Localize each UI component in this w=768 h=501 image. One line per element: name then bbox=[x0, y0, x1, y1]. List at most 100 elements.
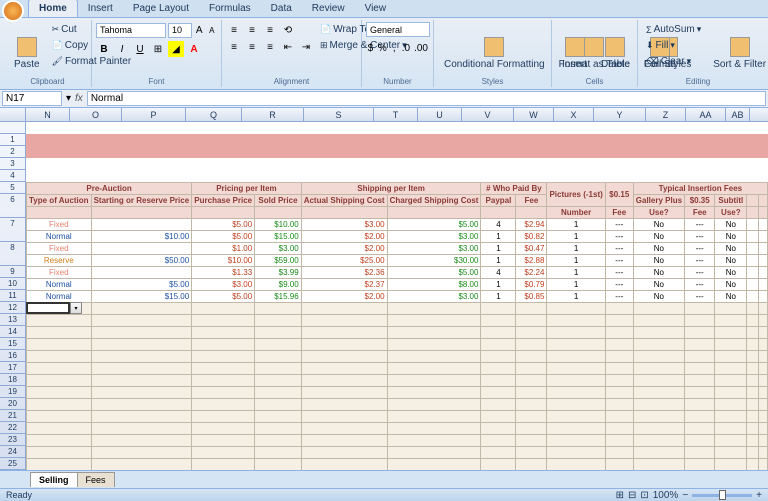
ribbon-tab-data[interactable]: Data bbox=[261, 0, 302, 17]
name-box-dropdown-icon[interactable]: ▾ bbox=[66, 93, 71, 104]
currency-button[interactable]: $ bbox=[366, 40, 375, 56]
table-row[interactable] bbox=[27, 303, 768, 315]
table-row[interactable] bbox=[27, 375, 768, 387]
autosum-button[interactable]: Σ AutoSum ▾ bbox=[642, 22, 705, 37]
row-header[interactable]: 16 bbox=[0, 350, 25, 362]
row-header[interactable]: 19 bbox=[0, 386, 25, 398]
align-middle-button[interactable]: ≡ bbox=[244, 22, 260, 38]
formula-input[interactable] bbox=[87, 91, 766, 106]
table-row[interactable] bbox=[27, 399, 768, 411]
zoom-slider[interactable] bbox=[692, 494, 752, 497]
table-row[interactable]: Reserve$50.00 $10.00$59.00 $25.00$30.00 … bbox=[27, 255, 768, 267]
view-layout-icon[interactable]: ⊟ bbox=[628, 490, 636, 501]
row-header[interactable]: 3 bbox=[0, 158, 25, 170]
name-box[interactable] bbox=[2, 91, 62, 106]
col-header-T[interactable]: T bbox=[374, 108, 418, 121]
col-header-AB[interactable]: AB bbox=[726, 108, 750, 121]
view-normal-icon[interactable]: ⊞ bbox=[616, 490, 624, 501]
col-header-V[interactable]: V bbox=[462, 108, 514, 121]
row-header[interactable]: 4 bbox=[0, 170, 25, 182]
row-header[interactable]: 15 bbox=[0, 338, 25, 350]
table-row[interactable] bbox=[27, 339, 768, 351]
fx-icon[interactable]: fx bbox=[75, 93, 83, 104]
row-header[interactable]: 14 bbox=[0, 326, 25, 338]
row-header[interactable]: 23 bbox=[0, 434, 25, 446]
inc-decimal-button[interactable]: .0 bbox=[401, 40, 411, 56]
font-name-select[interactable] bbox=[96, 23, 166, 38]
row-header[interactable]: 17 bbox=[0, 362, 25, 374]
row-header[interactable]: 18 bbox=[0, 374, 25, 386]
table-row[interactable] bbox=[27, 315, 768, 327]
row-header[interactable]: 12 bbox=[0, 302, 25, 314]
zoom-out-button[interactable]: − bbox=[682, 490, 688, 501]
number-format-select[interactable] bbox=[366, 22, 430, 37]
comma-button[interactable]: , bbox=[390, 40, 399, 56]
fill-button[interactable]: ⬇ Fill ▾ bbox=[642, 38, 705, 53]
sheet-tab-fees[interactable]: Fees bbox=[77, 472, 115, 487]
ribbon-tab-review[interactable]: Review bbox=[302, 0, 355, 17]
ribbon-tab-view[interactable]: View bbox=[355, 0, 397, 17]
clear-button[interactable]: ⌫ Clear ▾ bbox=[642, 54, 705, 69]
table-row[interactable]: Fixed $1.00$3.00 $2.00$3.00 1$0.47 1--- … bbox=[27, 243, 768, 255]
table-row[interactable] bbox=[27, 363, 768, 375]
table-row[interactable] bbox=[27, 387, 768, 399]
table-row[interactable] bbox=[27, 423, 768, 435]
zoom-level[interactable]: 100% bbox=[653, 490, 679, 501]
col-header-P[interactable]: P bbox=[122, 108, 186, 121]
table-row[interactable] bbox=[27, 327, 768, 339]
table-row[interactable]: Normal$10.00 $5.00$15.00 $2.00$3.00 1$0.… bbox=[27, 231, 768, 243]
select-all-corner[interactable] bbox=[0, 108, 26, 121]
delete-cells-button[interactable]: Delete bbox=[595, 22, 636, 85]
conditional-formatting-button[interactable]: Conditional Formatting bbox=[438, 22, 551, 85]
align-bottom-button[interactable]: ≡ bbox=[262, 22, 278, 38]
align-left-button[interactable]: ≡ bbox=[226, 39, 242, 55]
col-header-Y[interactable]: Y bbox=[594, 108, 646, 121]
row-header[interactable]: 2 bbox=[0, 146, 25, 158]
row-header[interactable]: 6 bbox=[0, 194, 25, 218]
ribbon-tab-page-layout[interactable]: Page Layout bbox=[123, 0, 199, 17]
fill-color-button[interactable]: ◢ bbox=[168, 41, 184, 57]
underline-button[interactable]: U bbox=[132, 41, 148, 57]
indent-dec-button[interactable]: ⇤ bbox=[280, 39, 296, 55]
table-row[interactable]: Normal$5.00 $3.00$9.00 $2.37$8.00 1$0.79… bbox=[27, 279, 768, 291]
zoom-in-button[interactable]: + bbox=[756, 490, 762, 501]
font-size-select[interactable] bbox=[168, 23, 192, 38]
row-header[interactable]: 24 bbox=[0, 446, 25, 458]
col-header-S[interactable]: S bbox=[304, 108, 374, 121]
grow-font-button[interactable]: A bbox=[194, 22, 205, 38]
col-header-O[interactable]: O bbox=[70, 108, 122, 121]
col-header-AA[interactable]: AA bbox=[686, 108, 726, 121]
row-header[interactable]: 11 bbox=[0, 290, 25, 302]
row-header[interactable]: 5 bbox=[0, 182, 25, 194]
font-color-button[interactable]: A bbox=[186, 41, 202, 57]
row-header[interactable]: 25 bbox=[0, 458, 25, 470]
insert-cells-button[interactable]: Insert bbox=[556, 22, 593, 85]
shrink-font-button[interactable]: A bbox=[207, 22, 218, 38]
row-header[interactable]: 7 bbox=[0, 218, 25, 242]
table-row[interactable]: Fixed $5.00$10.00 $3.00$5.00 4$2.94 1---… bbox=[27, 219, 768, 231]
row-header[interactable]: 22 bbox=[0, 422, 25, 434]
row-header[interactable]: 10 bbox=[0, 278, 25, 290]
col-header-U[interactable]: U bbox=[418, 108, 462, 121]
ribbon-tab-formulas[interactable]: Formulas bbox=[199, 0, 261, 17]
align-center-button[interactable]: ≡ bbox=[244, 39, 260, 55]
bold-button[interactable]: B bbox=[96, 41, 112, 57]
row-header[interactable]: 20 bbox=[0, 398, 25, 410]
ribbon-tab-home[interactable]: Home bbox=[28, 0, 78, 17]
row-header[interactable]: 9 bbox=[0, 266, 25, 278]
table-row[interactable] bbox=[27, 435, 768, 447]
sort-filter-button[interactable]: Sort & Filter bbox=[707, 22, 768, 85]
table-row[interactable] bbox=[27, 351, 768, 363]
align-right-button[interactable]: ≡ bbox=[262, 39, 278, 55]
table-row[interactable] bbox=[27, 447, 768, 459]
col-header-Q[interactable]: Q bbox=[186, 108, 242, 121]
italic-button[interactable]: I bbox=[114, 41, 130, 57]
row-header[interactable]: 8 bbox=[0, 242, 25, 266]
sheet-tab-selling[interactable]: Selling bbox=[30, 472, 78, 487]
col-header-X[interactable]: X bbox=[554, 108, 594, 121]
table-row[interactable]: Normal$15.00 $5.00$15.96 $2.00$3.00 1$0.… bbox=[27, 291, 768, 303]
ribbon-tab-insert[interactable]: Insert bbox=[78, 0, 123, 17]
col-header-N[interactable]: N bbox=[26, 108, 70, 121]
col-header-R[interactable]: R bbox=[242, 108, 304, 121]
cells-area[interactable]: Pre-Auction Pricing per Item Shipping pe… bbox=[26, 122, 768, 470]
